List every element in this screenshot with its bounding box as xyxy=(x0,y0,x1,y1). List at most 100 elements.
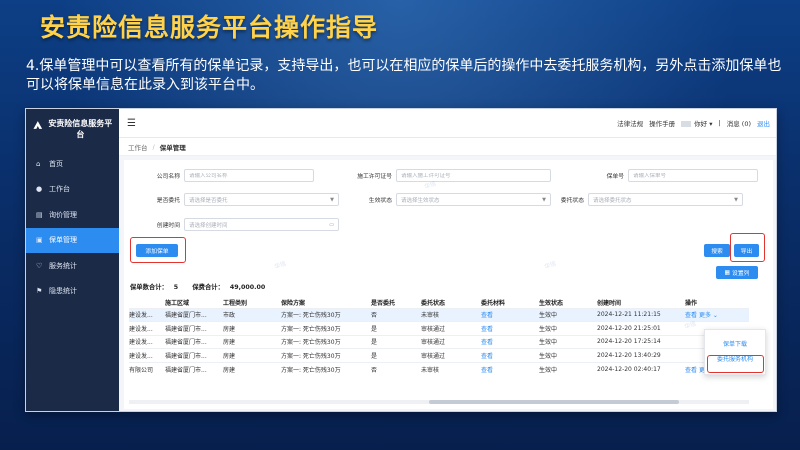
view-material-link[interactable]: 查看 xyxy=(481,321,539,335)
slide-title: 安责险信息服务平台操作指导 xyxy=(40,13,379,42)
user-menu[interactable]: 你好 ▾ xyxy=(681,118,713,128)
search-button[interactable]: 搜索 xyxy=(704,244,730,257)
view-material-link[interactable]: 查看 xyxy=(481,307,539,322)
breadcrumb-current: 保单管理 xyxy=(159,143,186,152)
created-time-label: 创建时间 xyxy=(156,223,180,229)
breadcrumb: 工作台 / 保单管理 xyxy=(119,138,776,156)
table-cell: 方案一: 死亡伤残30万 xyxy=(281,348,371,362)
sidebar-item-label: 询价管理 xyxy=(49,210,77,219)
table-cell: 2024-12-21 11:21:15 xyxy=(597,307,685,322)
logout-link[interactable]: 退出 xyxy=(757,118,770,128)
table-cell: 是 xyxy=(371,321,421,335)
count-label: 保单数合计： xyxy=(130,284,168,291)
actions-cell: 查看 更多 ⌄ xyxy=(685,307,749,322)
policy-card: 公司名称 施工许可证号 保单号 是否委托 xyxy=(124,160,773,409)
manual-link[interactable]: 操作手册 xyxy=(649,118,675,128)
laws-link[interactable]: 法律法规 xyxy=(617,118,643,128)
table-header: 创建时间 xyxy=(597,297,685,308)
created-time-picker[interactable]: 请选择创建时间 ▭ xyxy=(184,218,339,231)
sidebar-item-label: 隐患统计 xyxy=(49,287,77,296)
filter-created-time: 创建时间 请选择创建时间 ▭ xyxy=(144,218,339,231)
premium-value: 49,000.00 xyxy=(229,284,266,291)
menu-toggle-icon[interactable]: ☰ xyxy=(127,118,136,129)
app-screenshot: 安责险信息服务平台 ⌂ 首页 ● 工作台 ▤ 询价管理 ▣ 保单管理 ♡ 服务统… xyxy=(25,108,777,412)
table-row[interactable]: 建设发... 福建省厦门市... 市政 方案一: 死亡伤残30万 否 未审核 查… xyxy=(129,307,749,322)
table-cell: 生效中 xyxy=(539,321,597,335)
permit-input[interactable] xyxy=(401,172,546,179)
table-cell: 方案一: 死亡伤残30万 xyxy=(281,361,371,376)
filter-policy-no: 保单号 xyxy=(584,169,758,182)
messages-link[interactable]: 消息 (0) xyxy=(727,118,751,128)
totals: 保单数合计： 5 保费合计： 49,000.00 xyxy=(130,282,277,291)
scrollbar-thumb[interactable] xyxy=(429,400,679,404)
watermark: 华信 xyxy=(273,260,288,271)
table-cell: 未审核 xyxy=(421,307,481,322)
more-action[interactable]: 更多 ⌄ xyxy=(699,312,718,319)
table-cell: 房建 xyxy=(223,361,281,376)
entrust-status-select[interactable]: 请选择委托状态 ▼ xyxy=(588,193,743,206)
sidebar-item-policy[interactable]: ▣ 保单管理 xyxy=(26,227,119,253)
effective-status-select[interactable]: 请选择生效状态 ▼ xyxy=(396,193,551,206)
brand-name: 安责险信息服务平台 xyxy=(48,119,113,139)
slide-description: 4.保单管理中可以查看所有的保单记录，支持导出，也可以在相应的保单后的操作中去委… xyxy=(26,58,782,93)
policy-table: 施工区域 工程类别 保险方案 是否委托 委托状态 委托材料 生效状态 创建时间 … xyxy=(129,297,749,376)
table-cell: 2024-12-20 17:25:14 xyxy=(597,334,685,349)
table-cell: 福建省厦门市... xyxy=(165,348,223,362)
entrusted-placeholder: 请选择是否委托 xyxy=(189,197,228,204)
sidebar-item-inquiry[interactable]: ▤ 询价管理 xyxy=(26,202,119,228)
table-cell: 建设发... xyxy=(129,321,165,335)
table-cell: 福建省厦门市... xyxy=(165,361,223,376)
more-label: 更多 xyxy=(698,312,711,320)
home-icon: ⌂ xyxy=(36,159,41,168)
breadcrumb-home[interactable]: 工作台 xyxy=(128,142,148,152)
table-cell: 福建省厦门市... xyxy=(165,334,223,349)
view-material-link[interactable]: 查看 xyxy=(481,361,539,376)
table-row[interactable]: 建设发... 福建省厦门市... 房建 方案一: 死亡伤残30万 是 审核通过 … xyxy=(129,321,749,335)
view-action[interactable]: 查看 xyxy=(685,367,697,374)
entrust-status-label: 委托状态 xyxy=(560,198,584,204)
sidebar-item-label: 服务统计 xyxy=(49,261,77,270)
view-material-link[interactable]: 查看 xyxy=(481,334,539,349)
policy-no-input[interactable] xyxy=(633,172,753,179)
view-action[interactable]: 查看 xyxy=(685,312,697,319)
count-value: 5 xyxy=(173,284,179,291)
table-cell: 方案一: 死亡伤残30万 xyxy=(281,321,371,335)
logo-icon xyxy=(33,121,43,129)
table-header: 保险方案 xyxy=(281,297,371,308)
filter-company: 公司名称 xyxy=(144,169,314,182)
entrust-status-placeholder: 请选择委托状态 xyxy=(593,197,632,204)
table-cell: 房建 xyxy=(223,348,281,362)
entrusted-select[interactable]: 请选择是否委托 ▼ xyxy=(184,193,339,206)
dropdown-item-download[interactable]: 保单下载 xyxy=(705,336,765,351)
user-greeting: 你好 xyxy=(694,120,708,128)
filter-entrusted: 是否委托 请选择是否委托 ▼ xyxy=(144,193,339,206)
table-cell: 生效中 xyxy=(539,334,597,349)
table-header: 生效状态 xyxy=(539,297,597,308)
permit-label: 施工许可证号 xyxy=(357,174,392,180)
company-label: 公司名称 xyxy=(156,174,180,180)
flag-icon: ⚑ xyxy=(36,287,43,296)
sidebar-item-service-stats[interactable]: ♡ 服务统计 xyxy=(26,253,119,279)
sidebar-item-home[interactable]: ⌂ 首页 xyxy=(26,151,119,177)
chevron-down-icon: ▼ xyxy=(330,196,334,203)
sidebar-item-workbench[interactable]: ● 工作台 xyxy=(26,177,119,203)
table-header: 工程类别 xyxy=(223,297,281,308)
sidebar-item-hazard-stats[interactable]: ⚑ 隐患统计 xyxy=(26,279,119,305)
folder-icon: ▣ xyxy=(36,236,43,245)
table-header: 是否委托 xyxy=(371,297,421,308)
table-cell: 未审核 xyxy=(421,361,481,376)
set-columns-button[interactable]: ▦ 设置列 xyxy=(716,266,758,279)
workbench-icon: ● xyxy=(36,185,43,194)
table-header: 委托材料 xyxy=(481,297,539,308)
table-row[interactable]: 建设发... 福建省厦门市... 房建 方案一: 死亡伤残30万 是 审核通过 … xyxy=(129,348,749,362)
sidebar-item-label: 保单管理 xyxy=(49,236,77,245)
entrusted-label: 是否委托 xyxy=(156,198,180,204)
company-input[interactable] xyxy=(189,172,309,179)
document-icon: ▤ xyxy=(36,210,43,219)
table-cell: 生效中 xyxy=(539,307,597,322)
highlight-entrust xyxy=(707,355,764,373)
table-row[interactable]: 建设发... 福建省厦门市... 房建 方案一: 死亡伤残30万 是 审核通过 … xyxy=(129,334,749,349)
table-row[interactable]: 有限公司 福建省厦门市... 房建 方案一: 死亡伤残30万 否 未审核 查看 … xyxy=(129,361,749,376)
table-cell: 方案一: 死亡伤残30万 xyxy=(281,307,371,322)
view-material-link[interactable]: 查看 xyxy=(481,348,539,362)
